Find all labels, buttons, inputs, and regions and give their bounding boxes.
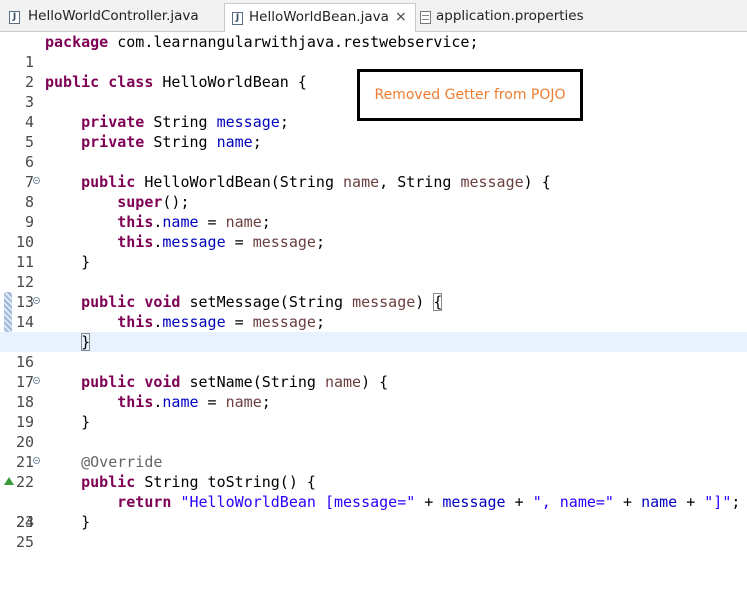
editor-tab-bar: J HelloWorldController.java J HelloWorld… [0, 0, 747, 32]
line-number: 25 [15, 533, 34, 551]
code-text: public void setMessage(String message) { [81, 293, 443, 311]
code-text: } [81, 333, 91, 351]
code-line: 18 public void setName(String name) { [0, 372, 747, 411]
code-text: this.name = name; [117, 393, 271, 411]
code-text: public class HelloWorldBean { [45, 73, 307, 91]
fold-toggle-icon[interactable] [33, 177, 40, 184]
code-line: 17 [0, 352, 747, 391]
code-line: 21 [0, 432, 747, 471]
java-file-icon: J [9, 11, 20, 24]
code-text: } [45, 413, 91, 431]
fold-toggle-icon[interactable] [33, 297, 40, 304]
tab-application-properties[interactable]: application.properties [418, 3, 618, 30]
code-line: 6 private String name; [0, 132, 747, 171]
code-text: public String toString() { [81, 473, 316, 491]
code-line: 8 public HelloWorldBean(String name, Str… [0, 172, 747, 211]
code-line: 14 public void setMessage(String message… [0, 292, 747, 331]
annotation-text: Removed Getter from POJO [374, 87, 566, 103]
java-file-icon: J [232, 12, 243, 25]
code-line: 23 public String toString() { [0, 472, 747, 531]
code-line: 11 this.message = message; [0, 232, 747, 271]
code-text: private String name; [81, 133, 262, 151]
code-text: this.message = message; [117, 313, 325, 331]
code-line: 9 super(); [0, 192, 747, 231]
properties-file-icon [420, 11, 431, 24]
code-text: public HelloWorldBean(String name, Strin… [81, 173, 551, 191]
tab-label: HelloWorldBean.java [249, 9, 389, 25]
code-line: 24 return "HelloWorldBean [message=" + m… [0, 492, 747, 531]
tab-label: HelloWorldController.java [28, 8, 199, 24]
annotation-callout: Removed Getter from POJO [357, 69, 583, 121]
code-text: super(); [117, 193, 190, 211]
close-tab-icon[interactable]: × [395, 4, 407, 31]
code-line: 7 [0, 152, 747, 191]
fold-toggle-icon[interactable] [33, 457, 40, 464]
code-line: 12 } [0, 252, 747, 291]
code-line: 22 @Override [0, 452, 747, 491]
code-text: @Override [81, 453, 163, 471]
code-line-current: 16 } [0, 332, 747, 371]
fold-toggle-icon[interactable] [33, 377, 40, 384]
code-text: this.message = message; [117, 233, 325, 251]
code-text: return "HelloWorldBean [message=" + mess… [117, 493, 741, 511]
tab-hello-world-controller[interactable]: J HelloWorldController.java [6, 3, 220, 30]
override-marker-icon [4, 477, 14, 485]
tab-hello-world-bean[interactable]: J HelloWorldBean.java × [224, 3, 416, 32]
code-text: } [45, 253, 91, 271]
code-line: 1 package com.learnangularwithjava.restw… [0, 32, 747, 71]
code-text: this.name = name; [117, 213, 271, 231]
code-text: public void setName(String name) { [81, 373, 389, 391]
tab-label: application.properties [436, 8, 584, 24]
code-line: 19 this.name = name; [0, 392, 747, 431]
code-line: 15 this.message = message; [0, 312, 747, 351]
code-text: package com.learnangularwithjava.restweb… [45, 33, 479, 51]
code-line: 10 this.name = name; [0, 212, 747, 251]
code-line: 20 } [0, 412, 747, 451]
code-line: 25 } [0, 512, 747, 551]
code-text: private String message; [81, 113, 289, 131]
code-text: } [45, 513, 91, 531]
code-line: 13 [0, 272, 747, 311]
